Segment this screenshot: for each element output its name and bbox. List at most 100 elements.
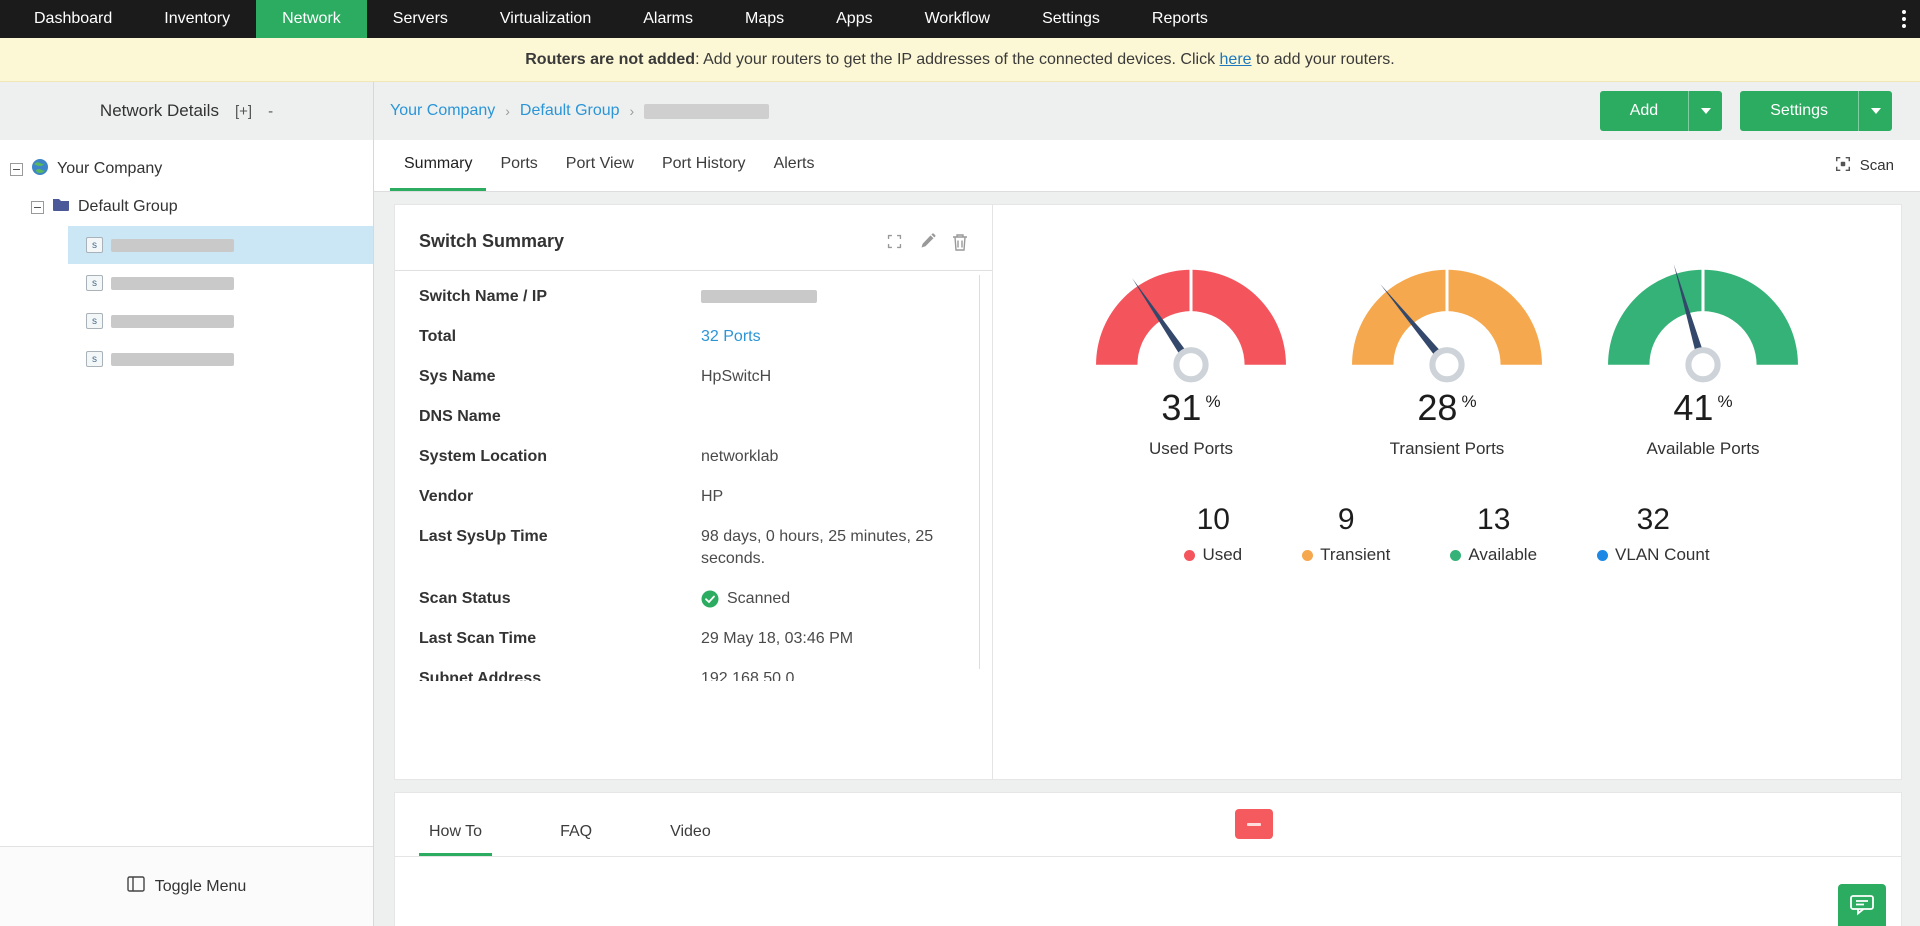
tab-faq[interactable]: FAQ: [550, 811, 602, 856]
nav-dashboard[interactable]: Dashboard: [8, 0, 138, 38]
summary-panel: Switch Summary: [394, 204, 1902, 780]
total-ports-link[interactable]: 32 Ports: [701, 326, 761, 348]
row-value: HpSwitcH: [701, 366, 771, 388]
edit-pencil-icon[interactable]: [919, 233, 936, 250]
row-label: Vendor: [419, 486, 701, 508]
port-gauges-section: 31% Used Ports 28% Transient Port: [993, 205, 1901, 779]
redacted-device-name: [111, 315, 234, 328]
row-label: Last SysUp Time: [419, 526, 701, 570]
collapse-node-icon[interactable]: [10, 163, 23, 176]
row-label: Scan Status: [419, 588, 701, 610]
legend-dot: [1184, 550, 1195, 561]
nav-alarms[interactable]: Alarms: [617, 0, 719, 38]
banner-body: : Add your routers to get the IP address…: [695, 51, 1219, 68]
scan-button[interactable]: Scan: [1834, 140, 1894, 191]
sidebar-title: Network Details: [100, 101, 219, 121]
settings-button[interactable]: Settings: [1740, 91, 1858, 131]
stat-label: Available: [1450, 545, 1537, 565]
gauge-value: 41%: [1673, 387, 1732, 429]
chat-support-button[interactable]: [1838, 884, 1886, 926]
nav-workflow[interactable]: Workflow: [899, 0, 1017, 38]
collapse-all-button[interactable]: -: [268, 103, 273, 120]
tab-ports[interactable]: Ports: [486, 140, 551, 191]
nav-maps[interactable]: Maps: [719, 0, 810, 38]
stat-used: 10 Used: [1184, 503, 1242, 565]
breadcrumb-separator: ›: [505, 103, 510, 119]
legend-dot: [1302, 550, 1313, 561]
tree-device-item[interactable]: s: [68, 302, 373, 340]
expand-icon[interactable]: [886, 233, 903, 250]
nav-reports[interactable]: Reports: [1126, 0, 1234, 38]
table-row: Switch Name / IP: [419, 277, 972, 317]
switch-icon-glyph: s: [92, 316, 97, 327]
switch-summary-table: Switch Name / IP Total 32 Ports Sys Name…: [395, 271, 992, 681]
scan-status-value: Scanned: [727, 588, 790, 610]
tree-device-item-selected[interactable]: s: [68, 226, 373, 264]
minus-icon: [1247, 823, 1261, 826]
switch-summary-header: Switch Summary: [395, 205, 992, 271]
breadcrumb: Your Company › Default Group ›: [390, 102, 769, 120]
gauges-row: 31% Used Ports 28% Transient Port: [1069, 243, 1825, 459]
expand-all-button[interactable]: [+]: [235, 103, 252, 120]
tab-port-history[interactable]: Port History: [648, 140, 760, 191]
tab-alerts[interactable]: Alerts: [760, 140, 829, 191]
nav-servers[interactable]: Servers: [367, 0, 474, 38]
legend-dot: [1450, 550, 1461, 561]
gauge-label: Available Ports: [1646, 439, 1759, 459]
table-row: Total 32 Ports: [419, 317, 972, 357]
tree-item-your-company[interactable]: Your Company: [0, 150, 373, 188]
collapse-node-icon[interactable]: [31, 201, 44, 214]
port-stats-row: 10 Used 9 Transient: [1184, 503, 1709, 565]
globe-icon: [31, 158, 49, 181]
tab-how-to[interactable]: How To: [419, 811, 492, 856]
row-label: System Location: [419, 446, 701, 468]
app-body: Network Details [+] - Your Company: [0, 82, 1920, 926]
redacted-device-name: [111, 353, 234, 366]
add-dropdown-button[interactable]: [1688, 91, 1722, 131]
gauge-used-ports: 31% Used Ports: [1069, 243, 1313, 459]
stat-label: VLAN Count: [1597, 545, 1710, 565]
row-label: Subnet Address: [419, 668, 701, 681]
breadcrumb-your-company[interactable]: Your Company: [390, 102, 495, 120]
tree-device-item[interactable]: s: [68, 340, 373, 378]
legend-dot: [1597, 550, 1608, 561]
redacted-device-name: [111, 239, 234, 252]
check-circle-icon: [701, 590, 719, 608]
gauge-hub: [1432, 350, 1461, 379]
tab-summary[interactable]: Summary: [390, 140, 486, 191]
more-options-kebab-icon[interactable]: [1902, 10, 1906, 28]
nav-inventory[interactable]: Inventory: [138, 0, 256, 38]
device-tabs-row: Summary Ports Port View Port History Ale…: [374, 140, 1920, 192]
switch-summary-title: Switch Summary: [419, 231, 564, 252]
delete-trash-icon[interactable]: [952, 233, 968, 251]
switch-icon-glyph: s: [92, 354, 97, 365]
switch-icon-glyph: s: [92, 240, 97, 251]
add-button[interactable]: Add: [1600, 91, 1688, 131]
nav-apps[interactable]: Apps: [810, 0, 898, 38]
device-tabs: Summary Ports Port View Port History Ale…: [390, 140, 828, 191]
top-nav: Dashboard Inventory Network Servers Virt…: [0, 0, 1920, 38]
collapse-help-button[interactable]: [1235, 809, 1273, 839]
content-header: Your Company › Default Group › Add Setti…: [374, 82, 1920, 140]
network-sidebar: Network Details [+] - Your Company: [0, 82, 374, 926]
switch-icon: s: [86, 351, 103, 367]
banner-text: Routers are not added: Add your routers …: [525, 51, 1394, 69]
breadcrumb-default-group[interactable]: Default Group: [520, 102, 620, 120]
toggle-menu-button[interactable]: Toggle Menu: [0, 846, 373, 926]
nav-network[interactable]: Network: [256, 0, 367, 38]
tree-device-item[interactable]: s: [68, 264, 373, 302]
toggle-menu-label: Toggle Menu: [155, 878, 247, 896]
tree-item-label: Default Group: [78, 198, 178, 216]
nav-virtualization[interactable]: Virtualization: [474, 0, 617, 38]
switch-icon: s: [86, 313, 103, 329]
tab-port-view[interactable]: Port View: [552, 140, 648, 191]
gauge-hub: [1176, 350, 1205, 379]
sidebar-header: Network Details [+] -: [0, 82, 373, 140]
nav-settings[interactable]: Settings: [1016, 0, 1126, 38]
banner-title: Routers are not added: [525, 51, 695, 68]
tree-item-default-group[interactable]: Default Group: [0, 188, 373, 226]
tab-video[interactable]: Video: [660, 811, 721, 856]
add-routers-link[interactable]: here: [1220, 51, 1252, 68]
settings-dropdown-button[interactable]: [1858, 91, 1892, 131]
row-value: 98 days, 0 hours, 25 minutes, 25 seconds…: [701, 526, 951, 570]
